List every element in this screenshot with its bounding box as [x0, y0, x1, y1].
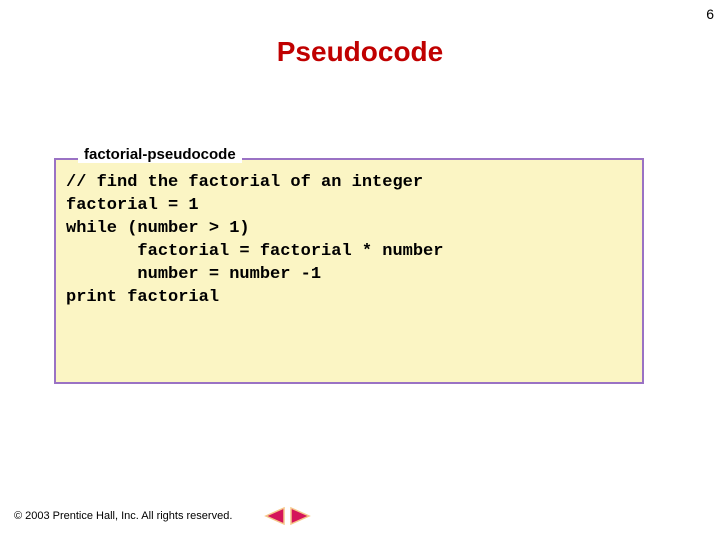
pseudocode-frame: factorial-pseudocode // find the factori…: [54, 158, 644, 384]
code-line: factorial = 1: [66, 196, 199, 215]
nav-arrows: [264, 506, 311, 526]
code-line: number = number -1: [66, 265, 321, 284]
page-title: Pseudocode: [0, 36, 720, 68]
next-arrow-icon[interactable]: [289, 506, 311, 526]
code-line: print factorial: [66, 288, 219, 307]
code-block: // find the factorial of an integer fact…: [56, 160, 642, 320]
copyright: © 2003 Prentice Hall, Inc. All rights re…: [14, 510, 232, 522]
frame-label: factorial-pseudocode: [78, 146, 242, 163]
copyright-symbol: ©: [14, 510, 22, 522]
code-line: while (number > 1): [66, 219, 250, 238]
prev-arrow-icon[interactable]: [264, 506, 286, 526]
code-line: // find the factorial of an integer: [66, 173, 423, 192]
copyright-text: 2003 Prentice Hall, Inc. All rights rese…: [25, 510, 232, 522]
code-line: factorial = factorial * number: [66, 242, 443, 261]
page-number: 6: [706, 6, 714, 22]
footer: © 2003 Prentice Hall, Inc. All rights re…: [14, 506, 311, 526]
